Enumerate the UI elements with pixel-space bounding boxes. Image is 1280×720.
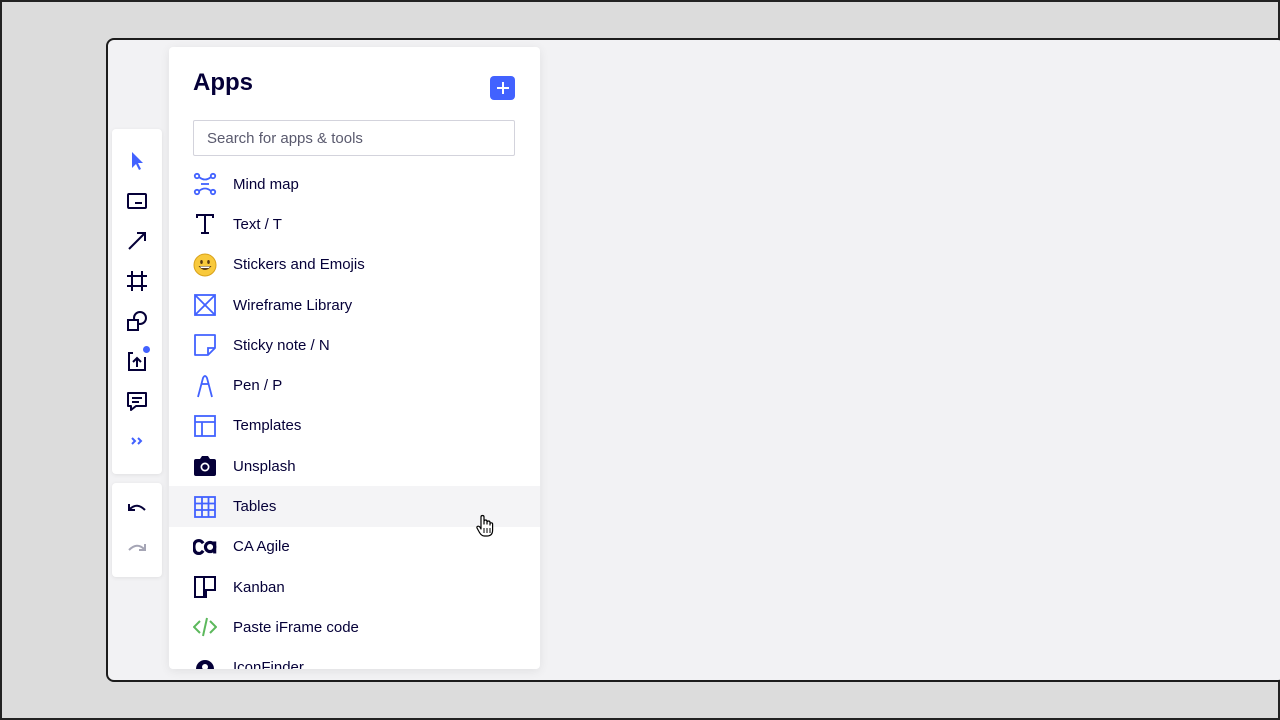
- app-label: Text / T: [233, 215, 282, 233]
- plus-icon: [496, 82, 509, 94]
- app-item-templates[interactable]: Templates: [169, 406, 540, 446]
- apps-panel: Apps Mind map Text / T Stickers and Emoj…: [169, 47, 540, 669]
- more-tools-button[interactable]: [117, 421, 157, 461]
- app-label: Sticky note / N: [233, 336, 330, 354]
- history-toolbar: [112, 483, 162, 577]
- comment-icon: [127, 392, 147, 411]
- frame-tool-button[interactable]: [117, 261, 157, 301]
- app-item-stickers[interactable]: Stickers and Emojis: [169, 245, 540, 285]
- app-label: Wireframe Library: [233, 296, 353, 314]
- comment-tool-button[interactable]: [117, 381, 157, 421]
- app-label: Kanban: [233, 578, 285, 596]
- shapes-tool-button[interactable]: [117, 301, 157, 341]
- app-item-sticky-note[interactable]: Sticky note / N: [169, 325, 540, 365]
- sticky-note-icon: [194, 334, 216, 357]
- iconfinder-icon: [196, 659, 214, 669]
- emoji-icon: [193, 253, 217, 277]
- app-label: Templates: [233, 417, 302, 435]
- arrow-line-icon: [128, 232, 146, 250]
- app-item-iconfinder[interactable]: IconFinder: [169, 648, 540, 669]
- notification-dot: [143, 346, 150, 353]
- app-list: Mind map Text / T Stickers and Emojis Wi…: [169, 164, 540, 669]
- app-label: Mind map: [233, 175, 299, 193]
- select-tool-button[interactable]: [117, 141, 157, 181]
- app-item-pen[interactable]: Pen / P: [169, 365, 540, 405]
- app-label: Paste iFrame code: [233, 618, 359, 636]
- text-frame-tool-button[interactable]: [117, 181, 157, 221]
- app-label: IconFinder: [233, 659, 304, 669]
- line-tool-button[interactable]: [117, 221, 157, 261]
- more-chevrons-icon: [131, 437, 143, 445]
- app-label: Unsplash: [233, 457, 296, 475]
- camera-icon: [194, 456, 216, 477]
- app-label: Pen / P: [233, 377, 283, 395]
- app-item-text[interactable]: Text / T: [169, 204, 540, 244]
- wireframe-icon: [194, 294, 216, 316]
- frame-icon: [127, 271, 147, 291]
- app-label: CA Agile: [233, 538, 290, 556]
- text-frame-icon: [127, 193, 147, 209]
- undo-icon: [128, 504, 146, 511]
- kanban-icon: [194, 576, 216, 599]
- app-item-ca-agile[interactable]: CA Agile: [169, 527, 540, 567]
- app-item-paste-iframe[interactable]: Paste iFrame code: [169, 607, 540, 647]
- app-item-tables[interactable]: Tables: [169, 486, 540, 527]
- app-label: Stickers and Emojis: [233, 256, 365, 274]
- app-item-kanban[interactable]: Kanban: [169, 567, 540, 607]
- table-icon: [194, 495, 216, 518]
- search-input[interactable]: [193, 120, 515, 156]
- left-toolbar: [112, 129, 162, 474]
- app-item-unsplash[interactable]: Unsplash: [169, 446, 540, 486]
- undo-button[interactable]: [117, 489, 157, 529]
- templates-icon: [194, 415, 216, 437]
- shapes-icon: [127, 311, 147, 331]
- ca-agile-icon: [193, 538, 217, 555]
- add-app-button[interactable]: [490, 76, 515, 100]
- app-label: Tables: [233, 498, 277, 516]
- code-icon: [193, 618, 217, 637]
- app-item-wireframe[interactable]: Wireframe Library: [169, 285, 540, 325]
- pen-icon: [197, 374, 213, 397]
- panel-title: Apps: [193, 69, 253, 96]
- upload-tool-button[interactable]: [117, 341, 157, 381]
- mind-map-icon: [193, 173, 217, 196]
- select-icon: [132, 152, 143, 170]
- redo-icon: [128, 544, 146, 551]
- text-icon: [196, 214, 214, 235]
- app-item-mind-map[interactable]: Mind map: [169, 164, 540, 204]
- redo-button[interactable]: [117, 529, 157, 569]
